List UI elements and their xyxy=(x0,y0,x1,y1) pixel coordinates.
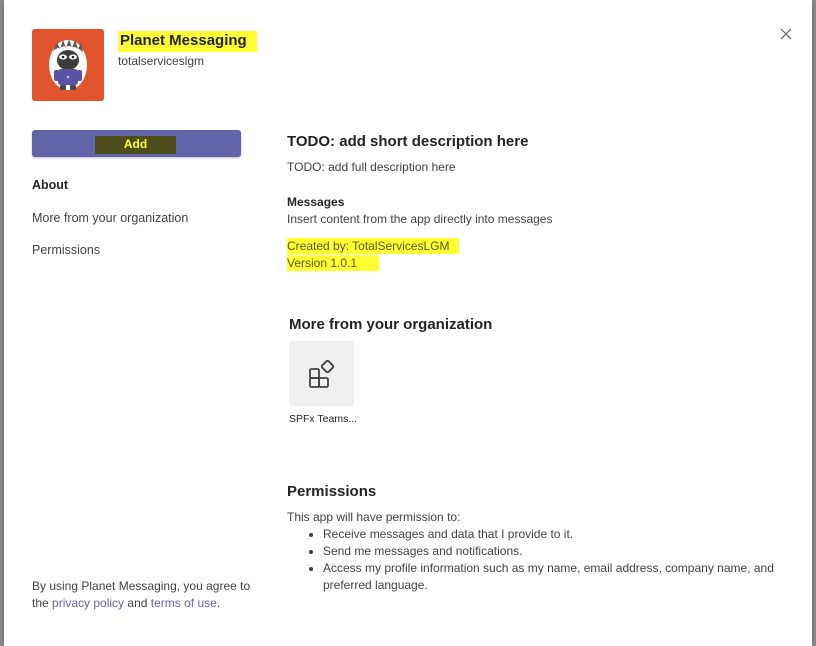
created-by: Created by: TotalServicesLGM xyxy=(287,238,459,254)
permissions-list: Receive messages and data that I provide… xyxy=(287,526,816,594)
apps-add-icon xyxy=(309,359,335,388)
org-app-label[interactable]: SPFx Teams... xyxy=(289,413,357,425)
permission-item: Receive messages and data that I provide… xyxy=(323,526,816,543)
close-button[interactable] xyxy=(778,26,794,42)
permissions-title: Permissions xyxy=(287,483,377,500)
org-section-title: More from your organization xyxy=(289,316,493,333)
svg-text:*: * xyxy=(67,75,70,82)
mascot-logo: * xyxy=(49,39,87,90)
app-publisher: totalserviceslgm xyxy=(118,54,205,68)
nav-more-from-org[interactable]: More from your organization xyxy=(32,211,188,225)
app-name: Planet Messaging xyxy=(118,31,257,52)
add-button[interactable]: Add xyxy=(32,130,241,157)
short-description: TODO: add short description here xyxy=(287,133,529,150)
terms-footer: By using Planet Messaging, you agree to … xyxy=(32,578,252,612)
close-icon xyxy=(780,28,792,40)
footer-and: and xyxy=(127,596,148,610)
app-details-dialog: * Planet Messaging totalserviceslgm Add … xyxy=(4,0,812,646)
app-icon: * xyxy=(32,29,104,101)
messages-title: Messages xyxy=(287,195,345,209)
permissions-intro: This app will have permission to: xyxy=(287,510,461,524)
version: Version 1.0.1 xyxy=(287,255,379,271)
org-app-tile[interactable] xyxy=(289,341,354,406)
footer-suffix: . xyxy=(216,596,221,610)
nav-about[interactable]: About xyxy=(32,178,68,192)
permission-item: Send me messages and notifications. xyxy=(323,543,816,560)
terms-of-use-link[interactable]: terms of use xyxy=(151,596,217,610)
nav-permissions[interactable]: Permissions xyxy=(32,243,100,257)
messages-description: Insert content from the app directly int… xyxy=(287,212,553,226)
add-button-label: Add xyxy=(95,136,176,154)
full-description: TODO: add full description here xyxy=(287,160,456,174)
permission-item: Access my profile information such as my… xyxy=(323,560,816,594)
privacy-policy-link[interactable]: privacy policy xyxy=(52,596,124,610)
